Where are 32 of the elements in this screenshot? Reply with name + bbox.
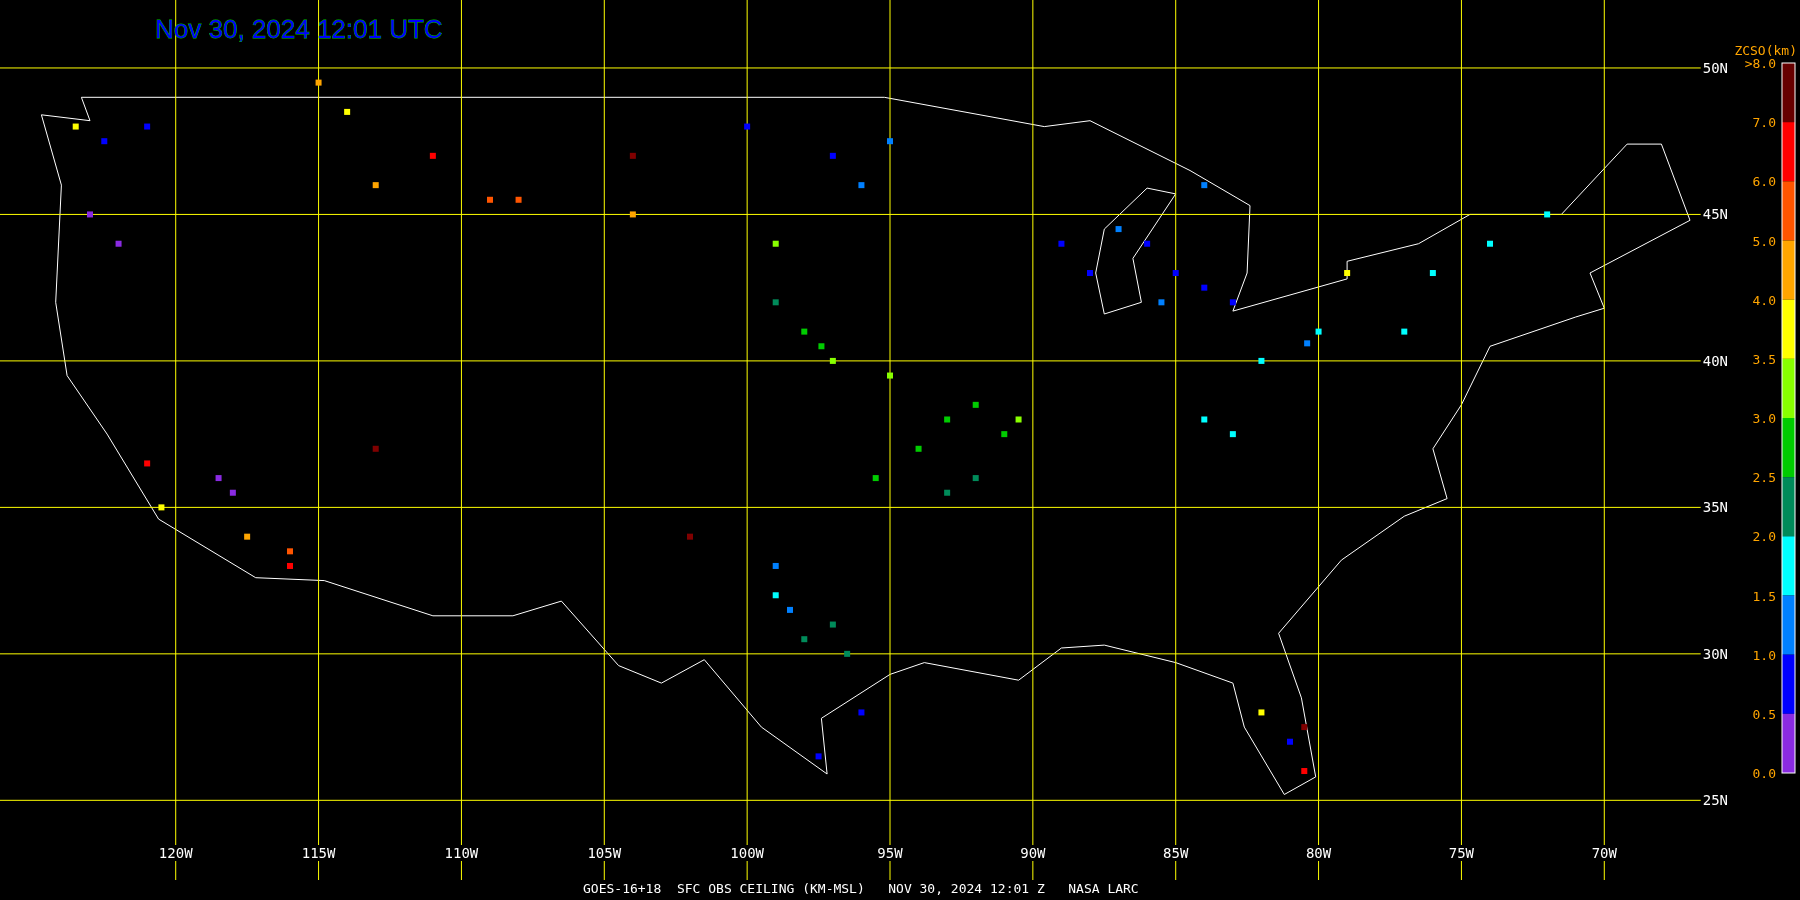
longitude-label: 75W (1448, 845, 1475, 861)
longitude-label: 110W (444, 845, 479, 861)
longitude-label: 120W (158, 845, 193, 861)
legend-tick-label: 1.5 (1752, 588, 1776, 604)
legend-title: ZCSO(km) (1734, 43, 1797, 58)
legend-tick-label: 1.0 (1752, 647, 1776, 663)
map-caption: GOES-16+18 SFC OBS CEILING (KM-MSL) NOV 30, 2024 12:01 Z NASA LARC (583, 881, 1139, 896)
longitude-label: 100W (730, 845, 764, 861)
legend-tick-label: 0.0 (1752, 766, 1776, 781)
longitude-label: 95W (877, 845, 903, 861)
latitude-label: 25N (1702, 792, 1728, 809)
legend-tick-label: >8.0 (1744, 56, 1776, 71)
legend-tick-label: 3.0 (1752, 411, 1776, 426)
latitude-label: 35N (1702, 499, 1728, 516)
latitude-label: 40N (1702, 352, 1728, 369)
legend-tick-label: 7.0 (1752, 115, 1776, 131)
latitude-label: 45N (1702, 206, 1728, 223)
legend-tick-label: 3.5 (1752, 351, 1776, 367)
legend-tick-label: 2.0 (1752, 529, 1776, 545)
latitude-label: 30N (1702, 645, 1728, 662)
longitude-label: 105W (587, 845, 622, 861)
legend-tick-label: 6.0 (1752, 174, 1776, 190)
legend-tick-label: 5.0 (1752, 233, 1776, 249)
longitude-label: 115W (301, 845, 336, 861)
longitude-label: 70W (1591, 845, 1617, 861)
longitude-label: 85W (1163, 845, 1189, 861)
legend-tick-label: 0.5 (1752, 706, 1776, 722)
longitude-label: 80W (1305, 845, 1332, 861)
legend-tick-label: 4.0 (1752, 292, 1776, 308)
legend-tick-label: 2.5 (1752, 470, 1776, 486)
latitude-label: 50N (1702, 59, 1728, 76)
longitude-label: 90W (1020, 845, 1046, 861)
